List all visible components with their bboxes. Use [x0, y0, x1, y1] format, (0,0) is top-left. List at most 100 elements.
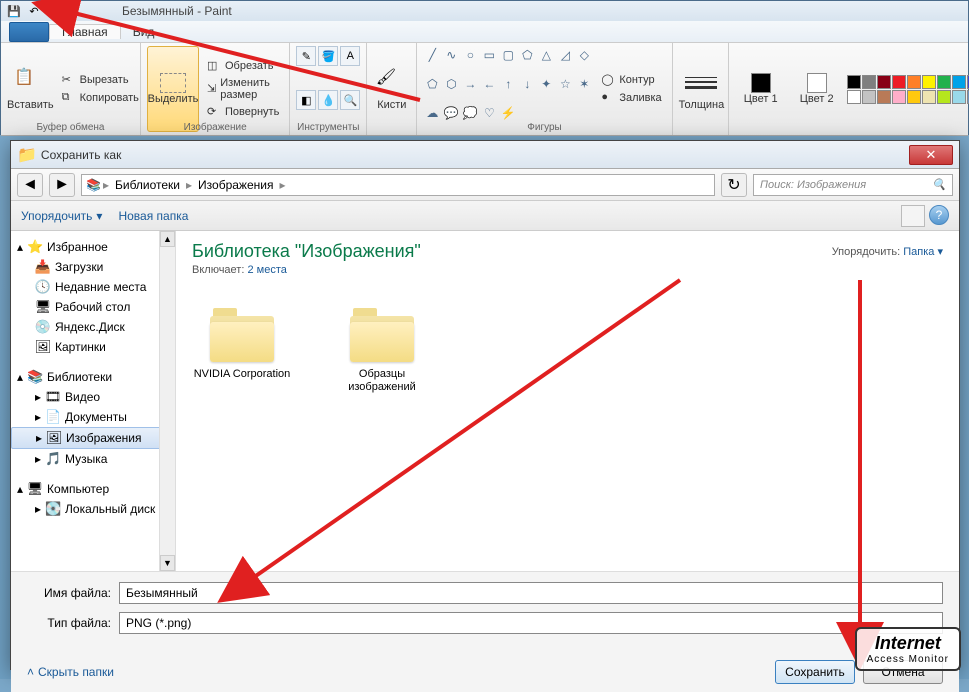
tree-computer[interactable]: ▴🖥Компьютер: [11, 479, 175, 499]
paste-button[interactable]: 📋 Вставить: [7, 46, 54, 132]
refresh-button[interactable]: ↻: [721, 173, 747, 197]
rotate-button[interactable]: ⟳Повернуть: [203, 104, 283, 120]
includes-link[interactable]: 2 места: [247, 264, 286, 276]
resize-button[interactable]: ⇲Изменить размер: [203, 76, 283, 102]
scroll-down-button[interactable]: ▼: [160, 555, 175, 571]
save-button[interactable]: Сохранить: [775, 660, 855, 684]
filetype-select[interactable]: [119, 612, 943, 634]
pencil-tool[interactable]: ✎: [296, 46, 316, 66]
shape-rect[interactable]: ▭: [480, 46, 498, 64]
tree-pictures-fav[interactable]: 🖼Картинки: [11, 337, 175, 357]
shape-rarrow[interactable]: →: [461, 75, 479, 93]
crumb-libraries[interactable]: Библиотеки: [111, 178, 184, 192]
cut-button[interactable]: ✂Вырезать: [58, 72, 143, 88]
text-tool[interactable]: A: [340, 46, 360, 66]
file-menu-button[interactable]: [9, 22, 49, 42]
shape-triangle[interactable]: △: [537, 46, 555, 64]
palette-swatch[interactable]: [907, 90, 921, 104]
color1-button[interactable]: Цвет 1: [735, 73, 787, 105]
fill-tool[interactable]: 🪣: [318, 46, 338, 66]
tree-documents[interactable]: ▸📄Документы: [11, 407, 175, 427]
address-bar[interactable]: 📚 ▸ Библиотеки ▸ Изображения ▸: [81, 174, 715, 196]
shape-roundrect[interactable]: ▢: [499, 46, 517, 64]
shape-polygon[interactable]: ⬠: [518, 46, 536, 64]
shape-4star[interactable]: ✦: [537, 75, 555, 93]
tree-recent[interactable]: 🕓Недавние места: [11, 277, 175, 297]
crumb-images[interactable]: Изображения: [194, 178, 277, 192]
view-button[interactable]: [901, 205, 925, 227]
palette-swatch[interactable]: [922, 90, 936, 104]
shape-5star[interactable]: ☆: [556, 75, 574, 93]
filename-input[interactable]: [119, 582, 943, 604]
shape-uarrow[interactable]: ↑: [499, 75, 517, 93]
search-input[interactable]: Поиск: Изображения🔍: [753, 174, 953, 196]
palette-swatch[interactable]: [862, 90, 876, 104]
palette-swatch[interactable]: [892, 75, 906, 89]
crop-button[interactable]: ◫Обрезать: [203, 58, 283, 74]
palette-swatch[interactable]: [847, 90, 861, 104]
tree-yandexdisk[interactable]: 💿Яндекс.Диск: [11, 317, 175, 337]
shape-cloudcallout[interactable]: 💭: [461, 104, 479, 122]
undo-icon[interactable]: ↶: [26, 3, 42, 19]
close-button[interactable]: ✕: [909, 145, 953, 165]
eraser-tool[interactable]: ◧: [296, 90, 316, 110]
size-button[interactable]: Толщина: [679, 46, 725, 132]
shape-larrow[interactable]: ←: [480, 75, 498, 93]
shape-rtriangle[interactable]: ◿: [556, 46, 574, 64]
shapes-gallery[interactable]: ╱∿○▭▢⬠△◿◇ ⬠⬡→←↑↓✦☆✶ ☁💬💭♡⚡: [423, 46, 593, 132]
redo-icon[interactable]: ↷: [46, 3, 62, 19]
folder-sample-pictures[interactable]: Образцы изображений: [332, 306, 432, 394]
tab-view[interactable]: Вид: [121, 25, 167, 39]
palette-swatch[interactable]: [847, 75, 861, 89]
shape-darrow[interactable]: ↓: [518, 75, 536, 93]
shape-hexagon[interactable]: ⬡: [442, 75, 460, 93]
tree-videos[interactable]: ▸🎞Видео: [11, 387, 175, 407]
organize-button[interactable]: Упорядочить ▾: [21, 209, 102, 223]
palette-swatch[interactable]: [877, 75, 891, 89]
palette-swatch[interactable]: [937, 75, 951, 89]
palette-swatch[interactable]: [907, 75, 921, 89]
palette-swatch[interactable]: [937, 90, 951, 104]
sort-dropdown[interactable]: Папка ▾: [903, 246, 943, 258]
folder-nvidia[interactable]: NVIDIA Corporation: [192, 306, 292, 394]
tree-scrollbar[interactable]: ▲ ▼: [159, 231, 175, 571]
palette-swatch[interactable]: [952, 90, 966, 104]
shape-roundcallout[interactable]: ☁: [423, 104, 441, 122]
back-button[interactable]: ◄: [17, 173, 43, 197]
fill-button[interactable]: ●Заливка: [597, 90, 665, 106]
hide-folders-button[interactable]: ˄Скрыть папки: [27, 665, 114, 679]
color2-button[interactable]: Цвет 2: [791, 73, 843, 105]
tree-localdisk[interactable]: ▸💽Локальный диск: [11, 499, 175, 519]
shape-line[interactable]: ╱: [423, 46, 441, 64]
tree-favorites[interactable]: ▴⭐Избранное: [11, 237, 175, 257]
shape-lightning[interactable]: ⚡: [499, 104, 517, 122]
tab-home[interactable]: Главная: [49, 24, 121, 39]
select-button[interactable]: Выделить: [147, 46, 199, 132]
tree-images[interactable]: ▸🖼Изображения: [11, 427, 175, 449]
shape-oval[interactable]: ○: [461, 46, 479, 64]
save-icon[interactable]: 💾: [6, 3, 22, 19]
tree-desktop[interactable]: 🖥Рабочий стол: [11, 297, 175, 317]
palette-swatch[interactable]: [892, 90, 906, 104]
shape-heart[interactable]: ♡: [480, 104, 498, 122]
tree-music[interactable]: ▸🎵Музыка: [11, 449, 175, 469]
tree-downloads[interactable]: 📥Загрузки: [11, 257, 175, 277]
tree-libraries[interactable]: ▴📚Библиотеки: [11, 367, 175, 387]
zoom-tool[interactable]: 🔍: [340, 90, 360, 110]
brushes-button[interactable]: 🖌 Кисти: [373, 46, 410, 132]
palette-swatch[interactable]: [877, 90, 891, 104]
shape-6star[interactable]: ✶: [575, 75, 593, 93]
copy-button[interactable]: ⧉Копировать: [58, 90, 143, 106]
outline-button[interactable]: ◯Контур: [597, 72, 665, 88]
palette-swatch[interactable]: [862, 75, 876, 89]
shape-diamond[interactable]: ◇: [575, 46, 593, 64]
new-folder-button[interactable]: Новая папка: [118, 209, 188, 223]
scroll-up-button[interactable]: ▲: [160, 231, 175, 247]
palette-swatch[interactable]: [952, 75, 966, 89]
picker-tool[interactable]: 💧: [318, 90, 338, 110]
shape-ovalcallout[interactable]: 💬: [442, 104, 460, 122]
help-button[interactable]: ?: [929, 205, 949, 225]
palette-swatch[interactable]: [922, 75, 936, 89]
shape-pentagon[interactable]: ⬠: [423, 75, 441, 93]
forward-button[interactable]: ►: [49, 173, 75, 197]
